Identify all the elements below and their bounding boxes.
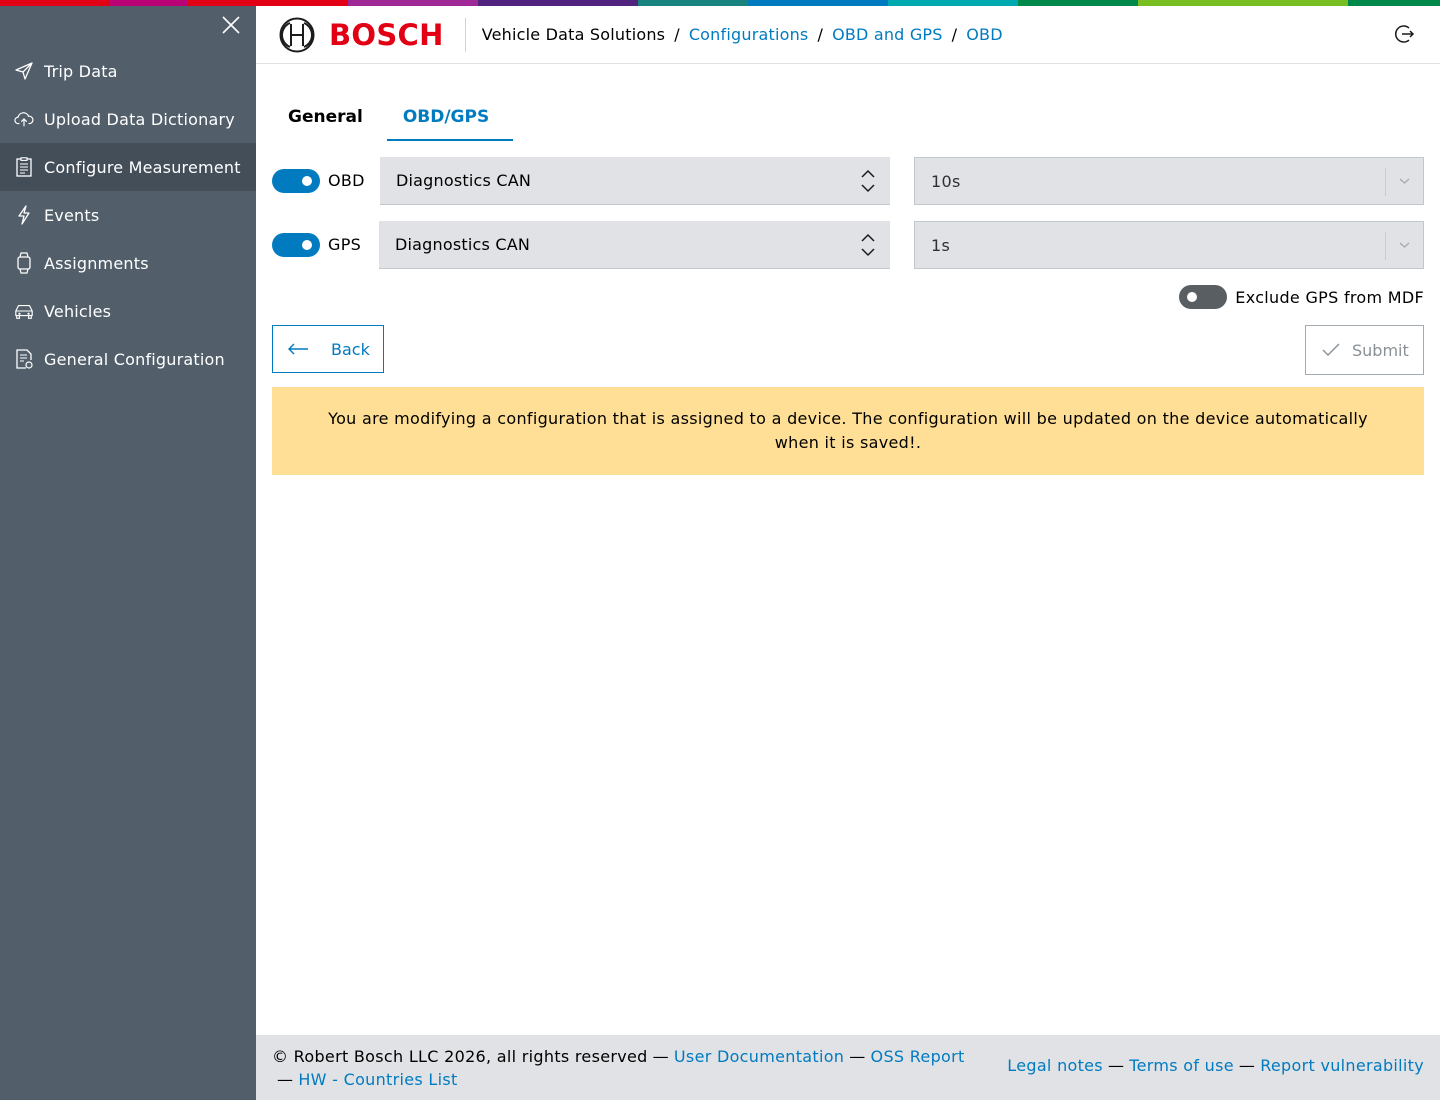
exclude-gps-toggle[interactable] bbox=[1179, 285, 1228, 309]
breadcrumb-separator: / bbox=[951, 25, 958, 44]
obd-label: OBD bbox=[328, 171, 365, 190]
submit-button-label: Submit bbox=[1352, 340, 1409, 360]
gps-row: GPS Diagnostics CAN 1s bbox=[272, 221, 1424, 269]
footer-link-oss-report[interactable]: OSS Report bbox=[871, 1047, 965, 1066]
footer-link-report-vulnerability[interactable]: Report vulnerability bbox=[1260, 1056, 1424, 1075]
tab-obd-gps[interactable]: OBD/GPS bbox=[386, 100, 514, 141]
checkmark-icon bbox=[1322, 343, 1340, 356]
footer-dash: — bbox=[277, 1070, 294, 1089]
up-down-arrows-icon bbox=[861, 169, 875, 193]
chevron-down-icon bbox=[1399, 178, 1410, 184]
back-button-label: Back bbox=[331, 339, 370, 359]
sidebar-item-label: Vehicles bbox=[44, 301, 112, 321]
app-header: BOSCH Vehicle Data Solutions / Configura… bbox=[256, 6, 1440, 64]
sidebar-item-label: Assignments bbox=[44, 253, 149, 273]
sidebar-item-label: General Configuration bbox=[44, 349, 225, 369]
breadcrumb-obd[interactable]: OBD bbox=[966, 25, 1003, 44]
exclude-gps-control: Exclude GPS from MDF bbox=[1179, 285, 1424, 309]
chevron-down-icon bbox=[1399, 242, 1410, 248]
footer-link-user-documentation[interactable]: User Documentation bbox=[674, 1047, 844, 1066]
header-divider bbox=[464, 17, 466, 52]
warning-notice-text: You are modifying a configuration that i… bbox=[328, 409, 1368, 452]
footer-dash: — bbox=[849, 1047, 866, 1066]
back-button[interactable]: Back bbox=[272, 325, 384, 373]
obd-interval-dropdown[interactable]: 10s bbox=[914, 157, 1424, 205]
breadcrumb-obd-and-gps[interactable]: OBD and GPS bbox=[832, 25, 943, 44]
toggle-knob bbox=[1187, 292, 1198, 302]
gps-toggle[interactable] bbox=[272, 233, 320, 257]
close-sidebar-button[interactable] bbox=[220, 14, 242, 36]
submit-button[interactable]: Submit bbox=[1305, 325, 1424, 375]
sidebar-item-events[interactable]: Events bbox=[0, 191, 256, 239]
gps-interval-dropdown[interactable]: 1s bbox=[914, 221, 1424, 269]
bosch-armature-icon bbox=[279, 17, 315, 52]
footer-link-hw-countries-list[interactable]: HW - Countries List bbox=[298, 1070, 457, 1089]
sidebar-item-trip-data[interactable]: Trip Data bbox=[0, 47, 256, 95]
bosch-logo[interactable]: BOSCH bbox=[279, 17, 444, 53]
obd-source-select[interactable]: Diagnostics CAN bbox=[380, 157, 890, 205]
footer-right: Legal notes — Terms of use — Report vulnerab… bbox=[1007, 1056, 1424, 1075]
config-tabs: General OBD/GPS bbox=[272, 100, 514, 141]
sidebar-item-upload-data-dictionary[interactable]: Upload Data Dictionary bbox=[0, 95, 256, 143]
obd-row: OBD Diagnostics CAN 10s bbox=[272, 157, 1424, 205]
footer-link-legal-notes[interactable]: Legal notes bbox=[1007, 1056, 1103, 1075]
sidebar-item-label: Trip Data bbox=[44, 61, 118, 81]
dropdown-separator bbox=[1385, 168, 1386, 196]
footer-copyright: © Robert Bosch LLC 2026, all rights rese… bbox=[272, 1047, 648, 1066]
close-icon bbox=[222, 16, 240, 34]
car-icon bbox=[14, 301, 34, 321]
up-down-arrows-icon bbox=[861, 233, 875, 257]
tab-general[interactable]: General bbox=[272, 100, 379, 141]
sidebar-item-configure-measurement[interactable]: Configure Measurement bbox=[0, 143, 256, 191]
logout-icon bbox=[1394, 25, 1415, 43]
warning-notice: You are modifying a configuration that i… bbox=[272, 387, 1424, 475]
obd-interval-value: 10s bbox=[931, 171, 961, 191]
breadcrumb-root: Vehicle Data Solutions bbox=[481, 25, 666, 44]
sidebar-item-label: Configure Measurement bbox=[44, 157, 241, 177]
sidebar-item-label: Events bbox=[44, 205, 100, 225]
lightning-icon bbox=[14, 205, 34, 225]
sidebar: Trip Data Upload Data Dictionary Configu… bbox=[0, 6, 256, 1100]
cloud-upload-icon bbox=[14, 109, 34, 129]
footer-dash: — bbox=[1238, 1056, 1256, 1075]
obd-toggle[interactable] bbox=[272, 169, 320, 193]
sidebar-item-vehicles[interactable]: Vehicles bbox=[0, 287, 256, 335]
gps-source-select[interactable]: Diagnostics CAN bbox=[379, 221, 890, 269]
footer-left: © Robert Bosch LLC 2026, all rights rese… bbox=[272, 1045, 972, 1091]
bosch-wordmark: BOSCH bbox=[329, 17, 444, 52]
logout-button[interactable] bbox=[1392, 22, 1416, 46]
sidebar-item-assignments[interactable]: Assignments bbox=[0, 239, 256, 287]
footer-dash: — bbox=[1107, 1056, 1125, 1075]
toggle-knob bbox=[302, 176, 312, 186]
sidebar-item-general-configuration[interactable]: General Configuration bbox=[0, 335, 256, 383]
breadcrumb: Vehicle Data Solutions / Configurations … bbox=[482, 25, 1003, 44]
send-icon bbox=[14, 61, 34, 81]
gps-source-value: Diagnostics CAN bbox=[395, 235, 531, 254]
footer-link-terms-of-use[interactable]: Terms of use bbox=[1129, 1056, 1234, 1075]
gps-label: GPS bbox=[328, 235, 362, 254]
clipboard-list-icon bbox=[14, 157, 34, 177]
breadcrumb-separator: / bbox=[817, 25, 824, 44]
toggle-knob bbox=[302, 240, 312, 250]
footer-dash: — bbox=[652, 1047, 669, 1066]
footer: © Robert Bosch LLC 2026, all rights rese… bbox=[256, 1035, 1440, 1100]
watch-icon bbox=[14, 252, 34, 274]
obd-source-value: Diagnostics CAN bbox=[396, 171, 532, 190]
sidebar-item-label: Upload Data Dictionary bbox=[44, 109, 235, 129]
exclude-gps-label: Exclude GPS from MDF bbox=[1235, 287, 1424, 307]
arrow-left-icon bbox=[288, 343, 308, 355]
breadcrumb-configurations[interactable]: Configurations bbox=[689, 25, 809, 44]
sidebar-nav: Trip Data Upload Data Dictionary Configu… bbox=[0, 47, 256, 383]
document-settings-icon bbox=[14, 349, 34, 369]
dropdown-separator bbox=[1385, 232, 1386, 260]
breadcrumb-separator: / bbox=[674, 25, 680, 44]
gps-interval-value: 1s bbox=[931, 235, 951, 255]
